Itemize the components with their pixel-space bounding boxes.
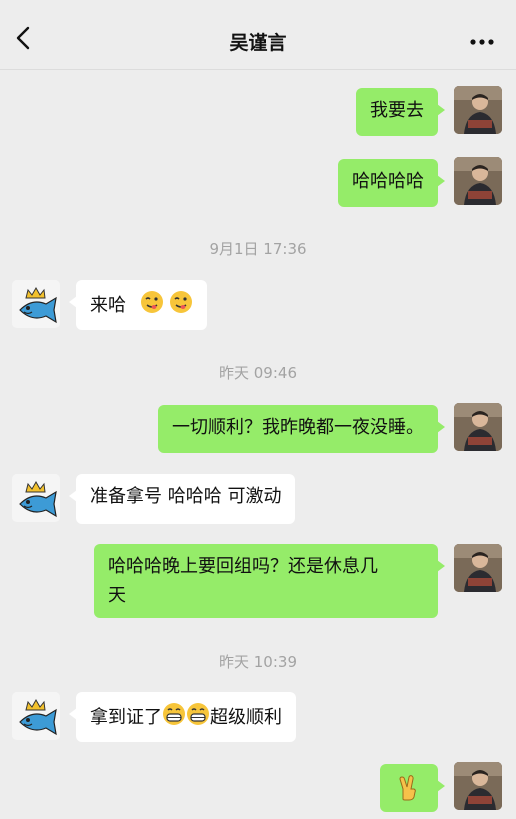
message-row: 来哈 — [0, 280, 516, 332]
message-row: 准备拿号 哈哈哈 可激动 — [0, 474, 516, 526]
more-button[interactable] — [464, 28, 500, 52]
wink-tongue-emoji — [140, 290, 164, 322]
message-text-line: 天 — [108, 585, 126, 606]
message-bubble[interactable]: 拿到证了 超级顺利 — [69, 692, 296, 742]
my-avatar[interactable] — [454, 403, 502, 451]
message-bubble[interactable]: 我要去 — [356, 88, 445, 136]
person-photo-icon — [454, 544, 502, 592]
message-bubble[interactable]: 一切顺利？我昨晚都一夜没睡。 — [158, 405, 445, 453]
message-text: 超级顺利 — [210, 707, 282, 728]
message-bubble[interactable]: 来哈 — [68, 280, 208, 330]
message-bubble[interactable]: 哈哈哈哈 — [338, 159, 445, 207]
message-row: 一切顺利？我昨晚都一夜没睡。 — [0, 403, 516, 455]
page-title: 吴谨言 — [229, 32, 287, 54]
my-avatar[interactable] — [454, 544, 502, 592]
contact-avatar[interactable] — [12, 692, 60, 740]
message-text-line: 哈哈哈晚上要回组吗？还是休息几 — [108, 556, 378, 577]
message-row: 我要去 — [0, 86, 516, 138]
chat-header: 吴谨言 — [0, 0, 516, 70]
fish-with-crown-icon — [12, 692, 60, 740]
more-dots-icon — [470, 39, 494, 45]
message-bubble[interactable]: 准备拿号 哈哈哈 可激动 — [68, 474, 296, 524]
victory-hand-emoji — [395, 775, 421, 809]
wink-tongue-emoji — [169, 290, 193, 322]
message-text: 来哈 — [90, 295, 126, 316]
timestamp: 昨天 10:39 — [219, 653, 297, 671]
my-avatar[interactable] — [454, 86, 502, 134]
message-bubble[interactable]: 哈哈哈晚上要回组吗？还是休息几 天 — [94, 544, 445, 618]
contact-avatar[interactable] — [12, 280, 60, 328]
message-row: 哈哈哈哈 — [0, 157, 516, 209]
message-row: 拿到证了 超级顺利 — [0, 692, 516, 744]
my-avatar[interactable] — [454, 157, 502, 205]
fish-with-crown-icon — [12, 280, 60, 328]
grin-emoji — [162, 702, 186, 734]
contact-avatar[interactable] — [12, 474, 60, 522]
my-avatar[interactable] — [454, 762, 502, 810]
person-photo-icon — [454, 403, 502, 451]
message-row: 哈哈哈晚上要回组吗？还是休息几 天 — [0, 544, 516, 620]
person-photo-icon — [454, 86, 502, 134]
message-text: 拿到证了 — [90, 707, 162, 728]
person-photo-icon — [454, 762, 502, 810]
grin-emoji — [186, 702, 210, 734]
person-photo-icon — [454, 157, 502, 205]
message-row — [0, 762, 516, 814]
timestamp: 9月1日 17:36 — [209, 240, 307, 258]
timestamp: 昨天 09:46 — [219, 364, 297, 382]
fish-with-crown-icon — [12, 474, 60, 522]
message-bubble[interactable] — [380, 764, 445, 812]
